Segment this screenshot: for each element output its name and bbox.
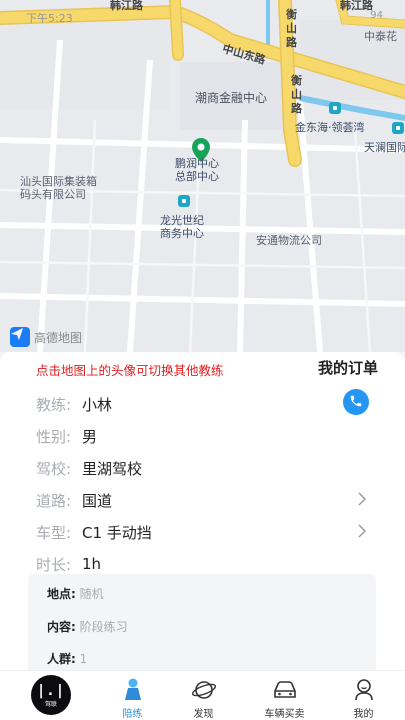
planet-icon — [191, 677, 217, 703]
trainer-icon — [122, 677, 144, 703]
road-label-hanjiang-right: 韩江路 — [340, 0, 373, 12]
bottom-tab-bar: |.| 驾联 陪练 发现 车辆买卖 我的 — [0, 670, 405, 720]
call-coach-button[interactable] — [343, 389, 369, 415]
school-row: 驾校: 里湖驾校 — [36, 458, 376, 478]
tab-label: 发现 — [193, 709, 214, 720]
detail-value: 1 — [79, 652, 88, 666]
phone-icon — [349, 393, 363, 412]
map-label-gold-east: 金东海·领荟湾 — [295, 121, 365, 134]
coach-name: 小林 — [82, 395, 113, 414]
row-label: 道路: — [36, 491, 72, 510]
detail-key: 人群: — [47, 652, 76, 666]
car-type-row[interactable]: 车型: C1 手动挡 — [36, 522, 376, 542]
poi-icon-longguang — [178, 195, 190, 207]
row-label: 车型: — [36, 523, 72, 542]
chevron-right-icon — [358, 491, 367, 510]
row-label: 教练: — [36, 395, 72, 414]
poi-icon-tianlan — [392, 122, 404, 134]
app-logo-button[interactable]: |.| 驾联 — [31, 675, 71, 715]
coach-row: 教练: 小林 — [36, 394, 376, 414]
row-label: 时长: — [36, 555, 72, 574]
tab-label: 我的 — [353, 709, 374, 720]
content-detail: 内容: 阶段练习 — [47, 618, 128, 635]
map-view[interactable]: 下午5:23 94 韩江路 韩江路 中山东路 衡山路 衡山路 潮商金融中心 中泰… — [0, 0, 405, 352]
tab-profile[interactable]: 我的 — [323, 671, 404, 720]
order-panel: 点击地图上的头像可切换其他教练 我的订单 教练: 小林 性别: 男 驾校: 里湖… — [0, 352, 405, 670]
row-label: 性别: — [36, 427, 72, 446]
logo-mark: |.| — [36, 682, 66, 699]
map-label-tianlan: 天澜国际 — [364, 141, 405, 154]
logo-subtext: 驾联 — [44, 700, 57, 708]
school-value: 里湖驾校 — [82, 459, 143, 478]
gaode-logo: 高德地图 — [10, 327, 82, 347]
road-label-hengshan-top: 衡山路 — [286, 8, 297, 49]
order-detail-card: 地点: 随机 内容: 阶段练习 人群: 1 — [28, 574, 376, 670]
tab-car-trade[interactable]: 车辆买卖 — [244, 671, 325, 720]
tab-trainer[interactable]: 陪练 — [92, 671, 173, 720]
tab-discover[interactable]: 发现 — [163, 671, 244, 720]
map-label-hq-top: 鹏润中心 — [175, 157, 219, 170]
car-icon — [271, 677, 299, 703]
road-type-row[interactable]: 道路: 国道 — [36, 490, 376, 510]
map-label-antong: 安通物流公司 — [256, 234, 322, 247]
road-label-hanjiang-left: 韩江路 — [110, 0, 143, 12]
gender-row: 性别: 男 — [36, 426, 376, 446]
tab-label: 陪练 — [122, 709, 143, 720]
gender-value: 男 — [82, 427, 98, 446]
status-time: 下午5:23 — [26, 12, 73, 25]
detail-key: 内容: — [47, 620, 76, 634]
map-label-longguang: 龙光世纪 商务中心 — [160, 214, 204, 240]
tab-label: 车辆买卖 — [264, 709, 305, 720]
gaode-arrow-icon — [10, 327, 30, 347]
car-type-value: C1 手动挡 — [82, 523, 152, 542]
location-detail: 地点: 随机 — [47, 585, 104, 602]
people-detail: 人群: 1 — [47, 650, 87, 667]
map-label-zhongtai: 中泰花 — [364, 30, 397, 43]
detail-value: 阶段练习 — [79, 620, 128, 634]
map-label-container-terminal: 汕头国际集装箱 码头有限公司 — [20, 175, 97, 201]
map-label-hq: 总部中心 — [175, 170, 219, 183]
chevron-right-icon — [358, 523, 367, 542]
gaode-text: 高德地图 — [34, 330, 83, 345]
detail-key: 地点: — [47, 587, 76, 601]
row-label: 驾校: — [36, 459, 72, 478]
profile-icon — [353, 677, 375, 703]
detail-value: 随机 — [79, 587, 104, 601]
duration-row: 时长: 1h — [36, 554, 376, 574]
duration-value: 1h — [82, 555, 102, 573]
road-type-value: 国道 — [82, 491, 113, 510]
map-label-chaoshang: 潮商金融中心 — [195, 91, 268, 105]
road-label-hengshan-mid: 衡山路 — [291, 74, 302, 115]
poi-icon-gold-east — [329, 102, 341, 114]
my-order-link[interactable]: 我的订单 — [318, 357, 378, 378]
switch-coach-tip: 点击地图上的头像可切换其他教练 — [36, 363, 224, 378]
